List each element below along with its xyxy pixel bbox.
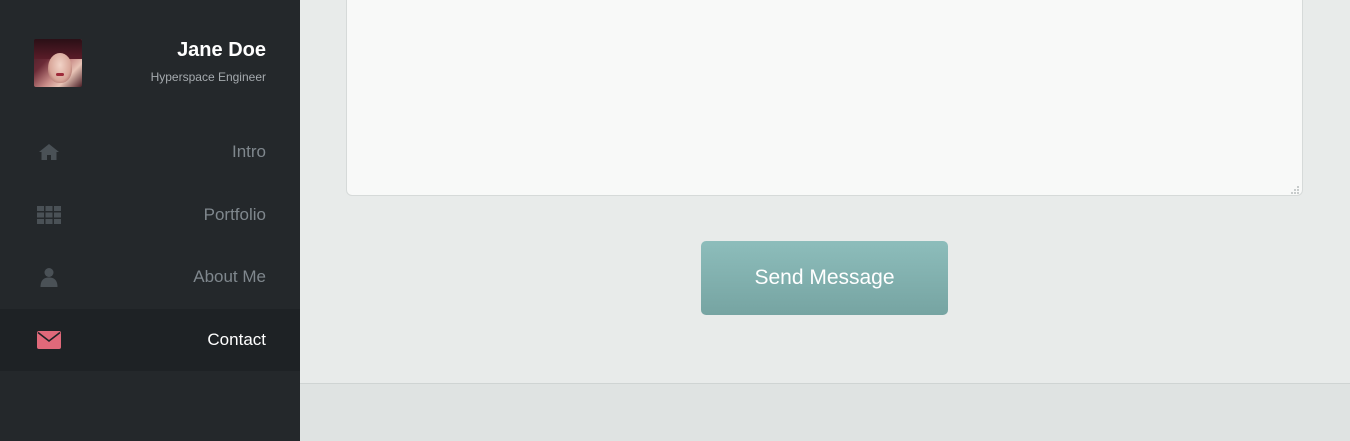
profile-role: Hyperspace Engineer [150, 70, 266, 84]
send-message-button[interactable]: Send Message [701, 241, 948, 315]
profile-header: Jane Doe Hyperspace Engineer [0, 0, 300, 120]
sidebar-item-label: Portfolio [203, 204, 266, 224]
sidebar-item-label: About Me [193, 267, 266, 287]
avatar[interactable] [34, 39, 82, 87]
sidebar-item-portfolio[interactable]: Portfolio [0, 184, 300, 247]
sidebar-item-intro[interactable]: Intro [0, 121, 300, 184]
sidebar-item-label: Contact [207, 329, 266, 349]
message-textarea[interactable] [346, 0, 1303, 196]
sidebar-item-label: Intro [231, 142, 266, 162]
sidebar-item-contact[interactable]: Contact [0, 308, 300, 371]
home-icon [37, 142, 61, 162]
main-content: Send Message [300, 0, 1350, 384]
user-icon [37, 267, 61, 288]
sidebar-nav: Intro Portfolio About Me Contact [0, 121, 300, 371]
footer-strip [300, 384, 1350, 441]
envelope-icon [37, 330, 61, 350]
profile-name: Jane Doe [177, 39, 266, 61]
sidebar: Jane Doe Hyperspace Engineer Intro Portf… [0, 0, 300, 441]
resize-grip-icon[interactable] [1290, 185, 1300, 195]
grid-icon [37, 205, 61, 225]
sidebar-item-about-me[interactable]: About Me [0, 246, 300, 309]
